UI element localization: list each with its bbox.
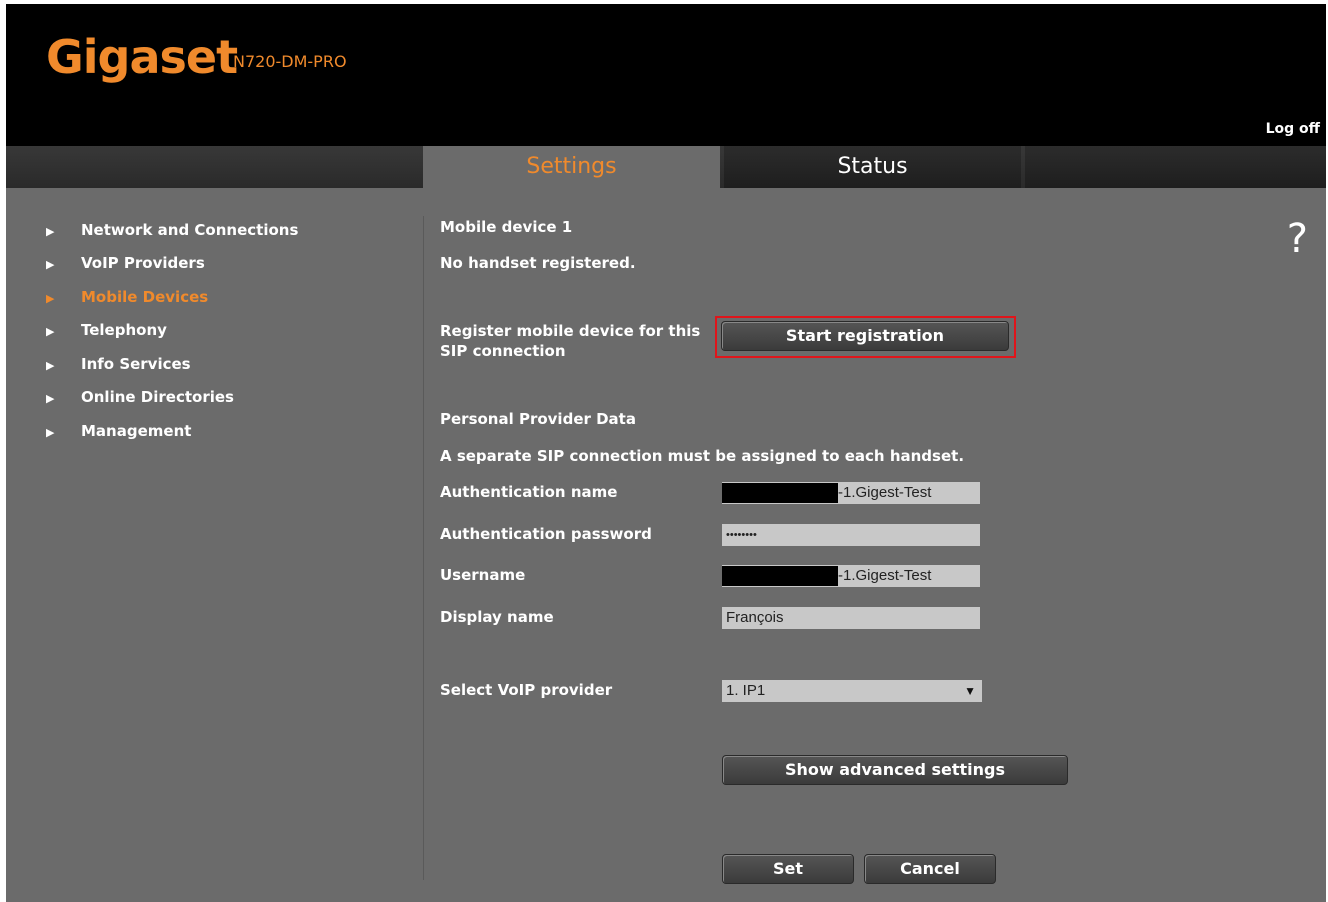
triangle-right-icon: ▶ bbox=[46, 392, 55, 405]
tab-settings[interactable]: Settings bbox=[423, 146, 720, 188]
auth-password-label: Authentication password bbox=[440, 525, 652, 543]
content-divider bbox=[423, 216, 424, 880]
help-icon[interactable]: ? bbox=[1287, 216, 1308, 262]
device-status: No handset registered. bbox=[440, 254, 636, 272]
logoff-link[interactable]: Log off bbox=[1266, 121, 1320, 137]
sidebar-item-label: Info Services bbox=[81, 355, 191, 373]
redacted-block bbox=[722, 483, 838, 503]
model-name: N720-DM-PRO bbox=[233, 52, 347, 71]
sidebar-item-telephony[interactable]: ▶ Telephony bbox=[46, 318, 167, 342]
cancel-button[interactable]: Cancel bbox=[864, 854, 996, 884]
show-advanced-settings-button[interactable]: Show advanced settings bbox=[722, 755, 1068, 785]
voip-provider-value: 1. IP1 bbox=[726, 682, 766, 699]
username-label: Username bbox=[440, 566, 526, 584]
sidebar-item-label: Management bbox=[81, 422, 192, 440]
triangle-right-icon: ▶ bbox=[46, 359, 55, 372]
sidebar-item-label: Mobile Devices bbox=[81, 288, 209, 306]
set-button[interactable]: Set bbox=[722, 854, 854, 884]
tab-bar-filler bbox=[1025, 146, 1326, 188]
sidebar-item-mobile-devices[interactable]: ▶ Mobile Devices bbox=[46, 285, 208, 309]
provider-heading: Personal Provider Data bbox=[440, 410, 636, 428]
sidebar-item-management[interactable]: ▶ Management bbox=[46, 419, 191, 443]
auth-name-value: -1.Gigest-Test bbox=[838, 484, 932, 501]
redacted-block bbox=[722, 566, 838, 586]
username-value: -1.Gigest-Test bbox=[838, 567, 932, 584]
auth-name-label: Authentication name bbox=[440, 483, 618, 501]
sidebar: ▶ Network and Connections ▶ VoIP Providers… bbox=[6, 188, 423, 902]
sidebar-item-online-directories[interactable]: ▶ Online Directories bbox=[46, 385, 234, 409]
auth-password-field[interactable]: •••••••• bbox=[722, 524, 980, 546]
voip-select-label: Select VoIP provider bbox=[440, 681, 613, 699]
triangle-right-icon: ▶ bbox=[46, 258, 55, 271]
triangle-right-icon: ▶ bbox=[46, 225, 55, 238]
voip-provider-select[interactable]: 1. IP1 ▼ bbox=[722, 680, 982, 702]
sidebar-item-label: Network and Connections bbox=[81, 221, 299, 239]
app-frame: Gigaset N720-DM-PRO Log off Settings Sta… bbox=[6, 4, 1326, 902]
sidebar-item-network[interactable]: ▶ Network and Connections bbox=[46, 218, 298, 242]
triangle-right-icon: ▶ bbox=[46, 426, 55, 439]
sidebar-item-info-services[interactable]: ▶ Info Services bbox=[46, 352, 191, 376]
start-registration-button[interactable]: Start registration bbox=[721, 321, 1009, 351]
sidebar-item-label: VoIP Providers bbox=[81, 254, 205, 272]
sidebar-item-label: Online Directories bbox=[81, 388, 234, 406]
tab-status[interactable]: Status bbox=[724, 146, 1021, 188]
triangle-right-icon: ▶ bbox=[46, 325, 55, 338]
provider-note: A separate SIP connection must be assign… bbox=[440, 447, 965, 465]
register-label-line1: Register mobile device for this bbox=[440, 322, 701, 340]
device-title: Mobile device 1 bbox=[440, 218, 573, 236]
header: Gigaset N720-DM-PRO Log off bbox=[6, 4, 1326, 146]
gigaset-logo: Gigaset bbox=[46, 30, 238, 84]
register-label-line2: SIP connection bbox=[440, 342, 566, 360]
sidebar-item-label: Telephony bbox=[81, 321, 167, 339]
dropdown-arrow-icon: ▼ bbox=[964, 684, 976, 698]
display-name-field[interactable]: François bbox=[722, 607, 980, 629]
auth-name-field[interactable]: -1.Gigest-Test bbox=[722, 482, 980, 504]
triangle-right-icon: ▶ bbox=[46, 292, 55, 305]
sidebar-item-voip-providers[interactable]: ▶ VoIP Providers bbox=[46, 251, 205, 275]
tab-bar: Settings Status bbox=[6, 146, 1326, 188]
display-name-label: Display name bbox=[440, 608, 554, 626]
username-field[interactable]: -1.Gigest-Test bbox=[722, 565, 980, 587]
